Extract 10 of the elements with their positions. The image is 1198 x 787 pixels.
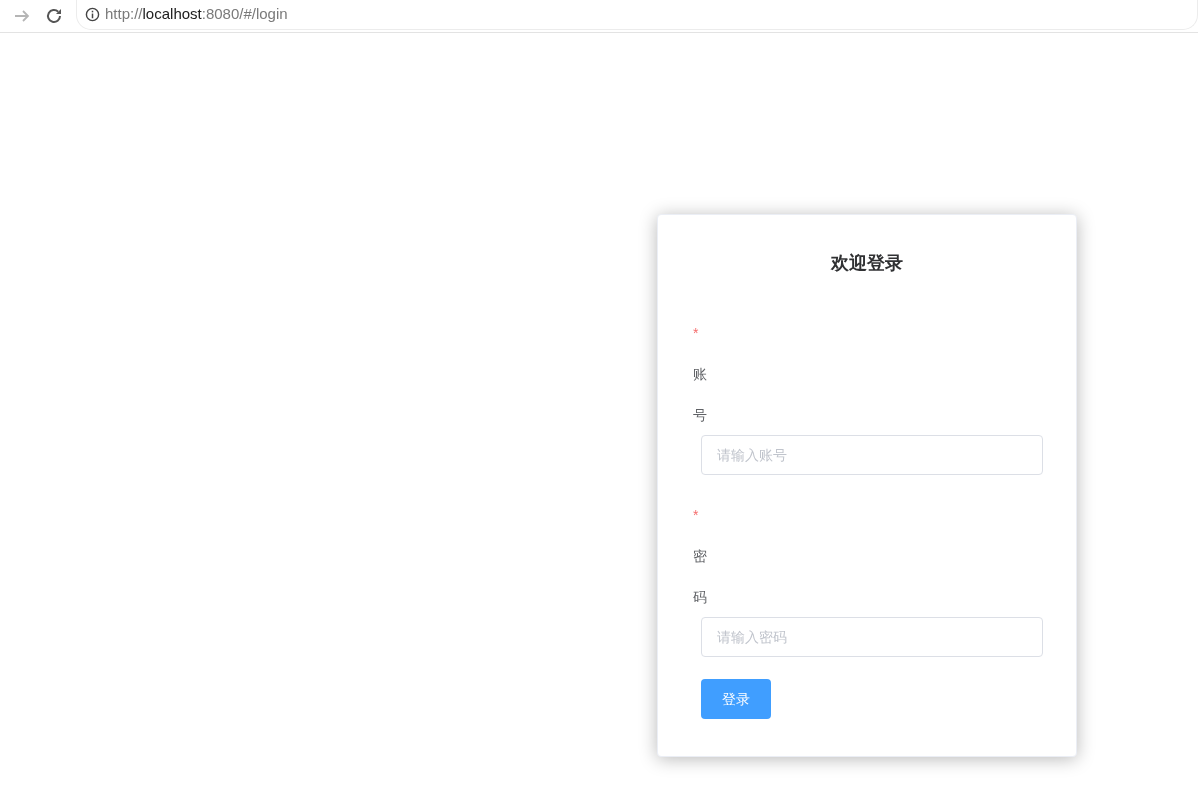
login-title: 欢迎登录 — [829, 252, 904, 275]
field-label: 账号 — [693, 365, 707, 425]
address-bar-url[interactable]: http://localhost:8080/#/login — [105, 2, 288, 26]
required-asterisk: * — [693, 324, 700, 343]
info-icon[interactable] — [85, 6, 100, 22]
input-field[interactable]: 请输入账号 — [701, 435, 1043, 475]
required-asterisk: * — [693, 506, 700, 525]
reload-icon[interactable] — [44, 6, 64, 26]
field-label: 密码 — [693, 547, 707, 607]
input-field[interactable]: 请输入密码 — [701, 617, 1043, 657]
